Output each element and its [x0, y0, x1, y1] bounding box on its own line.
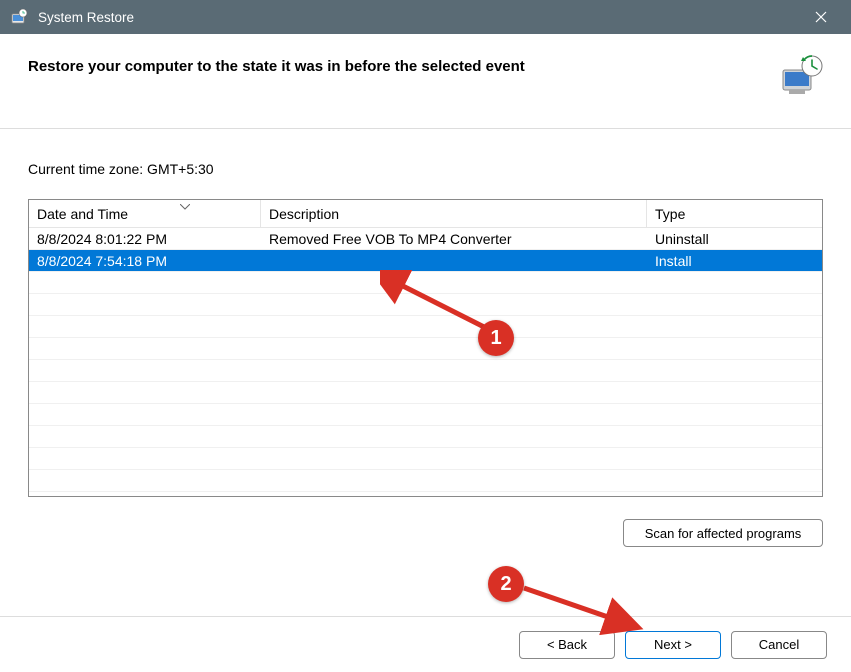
- cell-description: Removed Free VOB To MP4 Converter: [261, 231, 647, 247]
- cell-date: 8/8/2024 8:01:22 PM: [29, 231, 261, 247]
- titlebar: System Restore: [0, 0, 851, 34]
- scan-affected-button[interactable]: Scan for affected programs: [623, 519, 823, 547]
- table-row-empty: [29, 272, 822, 294]
- restore-points-table: Date and Time Description Type 8/8/2024 …: [28, 199, 823, 497]
- column-type[interactable]: Type: [647, 200, 822, 227]
- cell-date: 8/8/2024 7:54:18 PM: [29, 253, 261, 269]
- window-title: System Restore: [38, 10, 799, 25]
- wizard-footer: < Back Next > Cancel: [0, 616, 851, 672]
- table-row-empty: [29, 470, 822, 492]
- table-header: Date and Time Description Type: [29, 200, 822, 228]
- table-row-empty: [29, 382, 822, 404]
- sort-chevron-icon: [180, 202, 190, 213]
- table-row-empty: [29, 316, 822, 338]
- cell-type: Install: [647, 253, 822, 269]
- table-row-empty: [29, 404, 822, 426]
- column-date-label: Date and Time: [37, 206, 128, 222]
- close-icon: [815, 11, 827, 23]
- annotation-marker-2: 2: [488, 566, 524, 602]
- scan-row: Scan for affected programs: [0, 497, 851, 547]
- close-button[interactable]: [799, 2, 843, 32]
- column-description[interactable]: Description: [261, 200, 647, 227]
- table-row-empty: [29, 426, 822, 448]
- column-desc-label: Description: [269, 206, 339, 222]
- timezone-label: Current time zone: GMT+5:30: [28, 161, 823, 177]
- back-button[interactable]: < Back: [519, 631, 615, 659]
- table-row-empty: [29, 338, 822, 360]
- table-row-empty: [29, 448, 822, 470]
- table-row-empty: [29, 360, 822, 382]
- annotation-marker-1: 1: [478, 320, 514, 356]
- wizard-header: Restore your computer to the state it wa…: [0, 34, 851, 129]
- restore-icon: [777, 54, 825, 98]
- app-icon: [10, 8, 28, 26]
- cell-type: Uninstall: [647, 231, 822, 247]
- next-button[interactable]: Next >: [625, 631, 721, 659]
- table-row-empty: [29, 294, 822, 316]
- cancel-button[interactable]: Cancel: [731, 631, 827, 659]
- page-title: Restore your computer to the state it wa…: [28, 58, 525, 75]
- table-row[interactable]: 8/8/2024 8:01:22 PM Removed Free VOB To …: [29, 228, 822, 250]
- column-type-label: Type: [655, 206, 685, 222]
- content-area: Current time zone: GMT+5:30 Date and Tim…: [0, 129, 851, 497]
- column-date[interactable]: Date and Time: [29, 200, 261, 227]
- table-row[interactable]: 8/8/2024 7:54:18 PM Install: [29, 250, 822, 272]
- table-body: 8/8/2024 8:01:22 PM Removed Free VOB To …: [29, 228, 822, 492]
